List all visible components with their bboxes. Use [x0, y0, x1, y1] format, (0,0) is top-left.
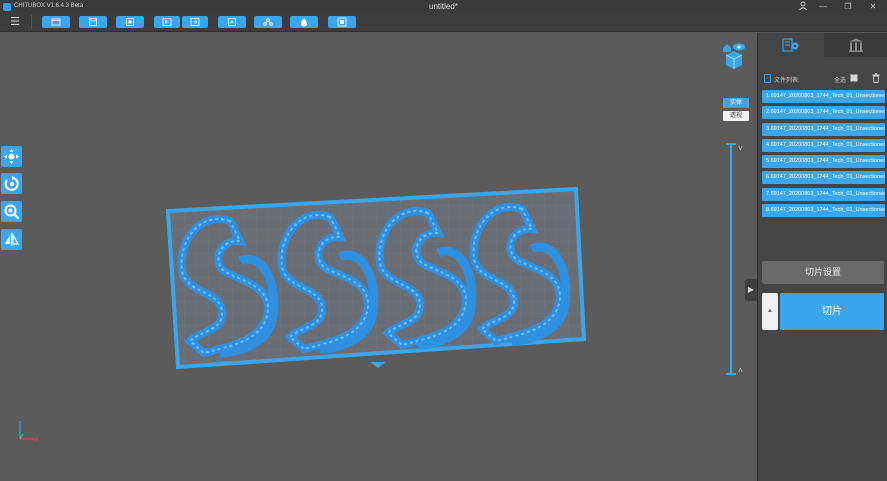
arrange-icon [228, 18, 236, 26]
3d-viewport[interactable]: 实体 透视 ˅ ˄ ▶ [0, 33, 757, 481]
import-button[interactable] [116, 16, 144, 28]
select-all-label[interactable]: 全选 [834, 75, 846, 84]
build-plate[interactable] [160, 181, 590, 371]
list-item[interactable]: 5.69147_20200803_1744_Tech_01_Unsectione… [762, 155, 885, 169]
scale-tool-button[interactable] [1, 201, 22, 222]
right-panel: 文件列表: 全选 1.69147_20200803_1744_Tech_01_U… [757, 33, 887, 481]
xray-mode-button[interactable]: 透视 [723, 111, 749, 121]
machine-icon [849, 38, 863, 52]
scale-icon [4, 204, 20, 220]
rotate-tool-button[interactable] [1, 173, 22, 194]
mirror-tool-button[interactable] [1, 229, 22, 250]
axis-gizmo-icon [19, 421, 39, 442]
move-tool-button[interactable] [1, 146, 22, 167]
hollow-button[interactable] [290, 16, 318, 28]
main-toolbar: ☰ [0, 13, 887, 32]
slice-options-dropdown[interactable]: ▲ [762, 293, 778, 330]
layer-slider[interactable] [724, 143, 740, 383]
restore-button[interactable]: ❐ [842, 1, 854, 12]
view-cube-icon[interactable] [722, 41, 746, 71]
file-list-header: 文件列表: 全选 [764, 73, 884, 84]
document-title: untitled* [429, 2, 458, 11]
layer-down-arrow[interactable]: ˄ [738, 366, 743, 375]
file-list-icon [764, 74, 771, 83]
list-item[interactable]: 2.69147_20200803_1744_Tech_01_Unsectione… [762, 106, 885, 120]
toolbar-divider [31, 15, 32, 29]
list-item[interactable]: 7.69147_20200803_1744_Tech_01_Unsectione… [762, 187, 885, 201]
save-file-button[interactable] [79, 16, 107, 28]
undo-icon [162, 18, 172, 26]
arrange-button[interactable] [218, 16, 246, 28]
save-file-icon [89, 18, 97, 26]
open-file-icon [51, 18, 61, 26]
list-item[interactable]: 3.69147_20200803_1744_Tech_01_Unsectione… [762, 122, 885, 136]
file-list-label: 文件列表: [774, 78, 800, 84]
move-icon [4, 149, 19, 164]
hollow-icon [301, 18, 307, 27]
close-button[interactable]: ✕ [867, 1, 879, 12]
list-item[interactable]: 1.69147_20200803_1744_Tech_01_Unsectione… [762, 90, 885, 103]
slice-settings-button[interactable]: 切片设置 [762, 261, 884, 284]
select-all-checkbox[interactable] [850, 74, 858, 82]
trash-icon[interactable] [872, 73, 880, 83]
rotate-icon [4, 176, 19, 191]
list-item[interactable]: 8.69147_20200803_1744_Tech_01_Unsectione… [762, 204, 885, 218]
list-item[interactable]: 6.69147_20200803_1744_Tech_01_Unsectione… [762, 171, 885, 185]
support-icon [263, 18, 273, 26]
undo-button[interactable] [154, 16, 180, 28]
mirror-icon [5, 232, 20, 246]
open-file-button[interactable] [42, 16, 70, 28]
import-icon [126, 18, 134, 26]
view-button[interactable] [328, 16, 356, 28]
support-button[interactable] [254, 16, 282, 28]
settings-icon [782, 38, 799, 52]
layer-slider-bottom-handle[interactable] [726, 373, 736, 375]
redo-button[interactable] [182, 16, 208, 28]
minimize-button[interactable]: — [817, 1, 829, 12]
solid-mode-button[interactable]: 实体 [723, 98, 749, 108]
list-item[interactable]: 4.69147_20200803_1744_Tech_01_Unsectione… [762, 138, 885, 152]
tab-settings[interactable] [758, 33, 824, 57]
tab-machine[interactable] [824, 33, 887, 57]
menu-icon[interactable]: ☰ [9, 16, 21, 28]
title-bar: CHITUBOX V1.6.4.3 Beta untitled* — ❐ ✕ [0, 0, 887, 13]
file-list: 1.69147_20200803_1744_Tech_01_Unsectione… [762, 90, 885, 220]
layer-slider-track[interactable] [730, 143, 732, 375]
view-icon [337, 17, 347, 27]
chitubox-window: CHITUBOX V1.6.4.3 Beta untitled* — ❐ ✕ ☰ [0, 0, 887, 481]
slice-button[interactable]: 切片 [780, 293, 884, 330]
user-icon[interactable] [797, 1, 809, 12]
panel-collapse-button[interactable]: ▶ [745, 279, 757, 301]
redo-icon [190, 18, 200, 26]
